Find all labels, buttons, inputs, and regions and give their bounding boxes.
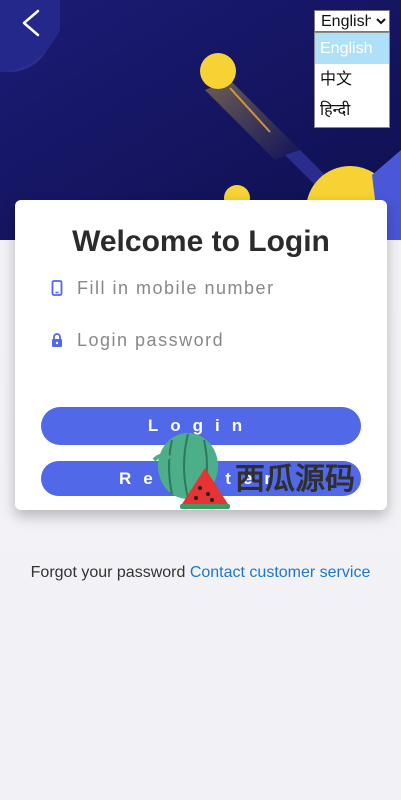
contact-support-link[interactable]: Contact customer service [190,564,371,581]
language-option-hindi[interactable]: हिन्दी [315,95,389,126]
mobile-field [49,273,359,303]
language-dropdown-list: English 中文 हिन्दी [314,32,390,128]
watermark-logo: 西瓜源码 [150,430,360,512]
language-option-english[interactable]: English [315,33,389,64]
language-option-chinese[interactable]: 中文 [315,64,389,95]
mobile-input[interactable] [75,273,359,303]
chevron-left-icon [22,9,40,37]
decor-planet-small [200,53,236,89]
login-page: English English 中文 हिन्दी Welcome to Log… [0,0,401,800]
login-title: Welcome to Login [72,225,330,258]
watermelon-icon [152,433,230,509]
language-select[interactable]: English [314,10,390,32]
phone-icon [51,280,63,296]
back-button[interactable] [16,6,50,40]
forgot-password-text: Forgot your password [30,564,186,581]
password-input[interactable] [75,325,359,355]
watermark-text: 西瓜源码 [235,462,355,497]
forgot-password-line: Forgot your password Contact customer se… [0,564,401,582]
lock-icon [52,333,62,347]
password-field [49,325,359,355]
